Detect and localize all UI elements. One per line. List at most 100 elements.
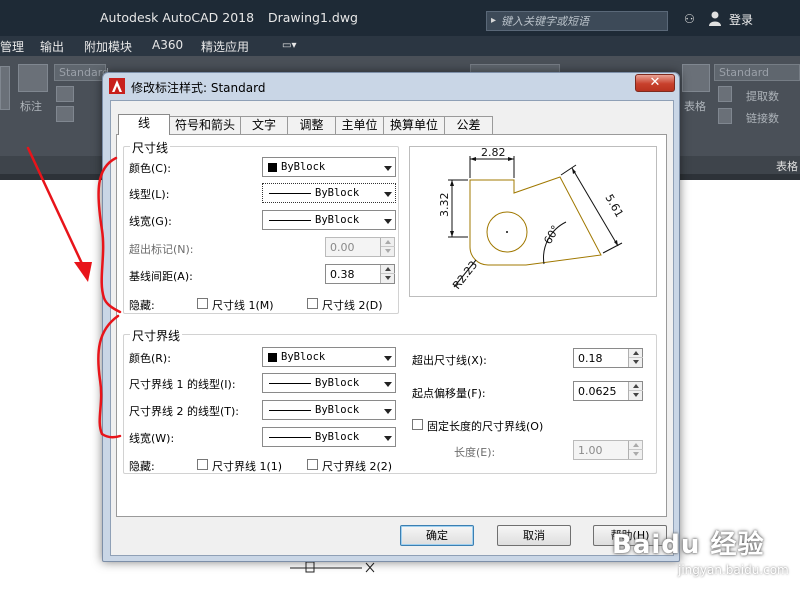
style-preview: 2.82 3.32 5.61 60° R2.23 <box>409 146 657 297</box>
spinner-up-icon[interactable] <box>381 238 395 247</box>
ribbon-extract-label[interactable]: 提取数 <box>746 88 779 104</box>
baseline-spacing-label: 基线间距(A): <box>129 270 193 283</box>
spinner-down-icon[interactable] <box>629 358 643 367</box>
ext-lineweight-select[interactable]: ByBlock <box>262 427 396 447</box>
dim-color-select[interactable]: ByBlock <box>262 157 396 177</box>
baseline-spacing-spinner[interactable]: 0.38 <box>325 264 395 284</box>
extend-beyond-spinner[interactable]: 0.18 <box>573 348 643 368</box>
dim-lineweight-label: 线宽(G): <box>129 215 172 228</box>
table-icon[interactable] <box>682 64 710 92</box>
menu-item-featured-apps[interactable]: 精选应用 <box>201 38 249 55</box>
dim-radius-text: R2.23 <box>450 259 480 292</box>
ribbon-annotate-label: 标注 <box>20 100 42 113</box>
menu-item-a360[interactable]: A360 <box>152 38 183 52</box>
preview-center-mark <box>506 231 508 233</box>
spinner-up-icon[interactable] <box>629 441 643 450</box>
spinner-down-icon[interactable] <box>381 274 395 283</box>
linetype-sample <box>269 193 311 194</box>
ext-suppress-label: 隐藏: <box>129 460 155 473</box>
dialog-body: 线 符号和箭头 文字 调整 主单位 换算单位 公差 尺寸线 颜色(C): ByB… <box>110 100 674 556</box>
lineweight-sample <box>269 220 311 221</box>
tab-symbols-arrows[interactable]: 符号和箭头 <box>169 116 241 134</box>
tab-primary-units[interactable]: 主单位 <box>335 116 384 134</box>
dimension-lines-title: 尺寸线 <box>130 139 171 156</box>
color-swatch-icon <box>268 163 277 172</box>
arrow-mark <box>450 180 454 186</box>
link-data-icon[interactable] <box>718 108 732 124</box>
menubar: 管理 输出 附加模块 A360 精选应用 ▭▾ <box>0 36 800 56</box>
baidu-watermark-url: jingyan.baidu.com <box>678 563 789 577</box>
origin-offset-spinner[interactable]: 0.0625 <box>573 381 643 401</box>
spinner-down-icon[interactable] <box>381 247 395 256</box>
fixed-length-label: 长度(E): <box>454 446 496 459</box>
binoculars-icon[interactable]: ⚇ <box>684 12 695 26</box>
close-button[interactable]: ✕ <box>635 74 675 92</box>
color-swatch-icon <box>268 353 277 362</box>
menu-item-manage[interactable]: 管理 <box>0 38 24 55</box>
search-box[interactable]: ▸ <box>486 11 668 31</box>
lines-tab-panel: 尺寸线 颜色(C): ByBlock 线型(L): ByBlock 线宽(G):… <box>116 134 667 517</box>
ext-linetype-2-label: 尺寸界线 2 的线型(T): <box>129 405 239 418</box>
canvas-sketch <box>290 561 375 573</box>
login-link[interactable]: 登录 <box>729 11 753 28</box>
spinner-up-icon[interactable] <box>629 349 643 358</box>
fixed-length-spinner[interactable]: 1.00 <box>573 440 643 460</box>
extension-lines-title: 尺寸界线 <box>130 327 183 344</box>
extension-lines-group: 尺寸界线 颜色(R): ByBlock 尺寸界线 1 的线型(I): ByBlo… <box>123 327 657 474</box>
dim-linetype-select[interactable]: ByBlock <box>262 183 396 203</box>
ext-lineweight-label: 线宽(W): <box>129 432 175 445</box>
dimension-lines-group: 尺寸线 颜色(C): ByBlock 线型(L): ByBlock 线宽(G):… <box>123 139 399 314</box>
dim-lineweight-select[interactable]: ByBlock <box>262 210 396 230</box>
preview-part-outline <box>469 176 602 266</box>
ribbon-minimize-icon[interactable]: ▭▾ <box>282 40 296 51</box>
origin-offset-label: 起点偏移量(F): <box>412 387 486 400</box>
ribbon-tool-icon[interactable] <box>56 86 74 102</box>
dim-color-label: 颜色(C): <box>129 162 171 175</box>
table-style-select[interactable]: Standard <box>714 64 800 81</box>
app-titlebar: Autodesk AutoCAD 2018 Drawing1.dwg ▸ ⚇ 登… <box>0 0 800 36</box>
text-style-select[interactable]: Standard <box>54 64 109 81</box>
ext-color-label: 颜色(R): <box>129 352 171 365</box>
arrow-mark <box>508 157 514 161</box>
user-icon[interactable] <box>708 10 722 26</box>
dim-left-text: 3.32 <box>438 193 451 218</box>
annotate-dim-icon[interactable] <box>18 64 48 92</box>
dialog-titlebar[interactable]: 修改标注样式: Standard ✕ <box>103 73 679 99</box>
ribbon-left-panel[interactable] <box>0 66 10 110</box>
spinner-down-icon[interactable] <box>629 391 643 400</box>
dim-linetype-label: 线型(L): <box>129 188 170 201</box>
menu-item-output[interactable]: 输出 <box>40 38 64 55</box>
extend-beyond-label: 超出尺寸线(X): <box>412 354 487 367</box>
linetype-sample <box>269 383 311 384</box>
ext-linetype-1-label: 尺寸界线 1 的线型(I): <box>129 378 236 391</box>
spinner-up-icon[interactable] <box>381 265 395 274</box>
search-input[interactable] <box>501 13 666 29</box>
tab-tolerances[interactable]: 公差 <box>444 116 493 134</box>
ribbon-link-label[interactable]: 链接数 <box>746 110 779 126</box>
tab-text[interactable]: 文字 <box>240 116 288 134</box>
search-expand-icon[interactable]: ▸ <box>491 15 496 26</box>
dim-right-text: 5.61 <box>602 192 626 220</box>
spinner-down-icon[interactable] <box>629 450 643 459</box>
cancel-button[interactable]: 取消 <box>497 525 571 546</box>
arrow-mark <box>450 231 454 237</box>
linetype-sample <box>269 410 311 411</box>
ribbon-tool-icon[interactable] <box>56 106 74 122</box>
extract-data-icon[interactable] <box>718 86 732 102</box>
dim-extend-spinner[interactable]: 0.00 <box>325 237 395 257</box>
app-title: Autodesk AutoCAD 2018 <box>100 10 255 25</box>
ext-color-select[interactable]: ByBlock <box>262 347 396 367</box>
autocad-logo-icon <box>109 78 125 94</box>
modify-dimension-style-dialog: 修改标注样式: Standard ✕ 线 符号和箭头 文字 调整 主单位 换算单… <box>102 72 680 562</box>
tab-fit[interactable]: 调整 <box>287 116 336 134</box>
spinner-up-icon[interactable] <box>629 382 643 391</box>
tab-alternate-units[interactable]: 换算单位 <box>383 116 445 134</box>
tab-lines[interactable]: 线 <box>118 114 170 135</box>
ribbon-footer-table-label[interactable]: 表格 <box>776 158 798 174</box>
menu-item-addins[interactable]: 附加模块 <box>84 38 132 55</box>
ribbon-table-label: 表格 <box>684 100 706 113</box>
arrow-mark <box>470 157 476 161</box>
ext-linetype-2-select[interactable]: ByBlock <box>262 400 396 420</box>
ok-button[interactable]: 确定 <box>400 525 474 546</box>
ext-linetype-1-select[interactable]: ByBlock <box>262 373 396 393</box>
